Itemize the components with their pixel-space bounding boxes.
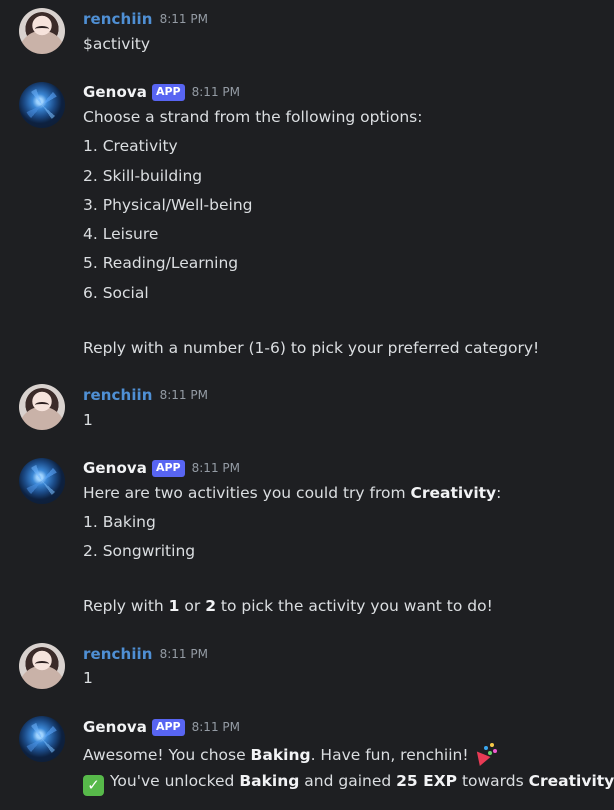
text-segment: Reply with [83, 597, 169, 615]
bold-text: 1 [168, 597, 180, 615]
app-badge: APP [151, 459, 185, 477]
message-text: Reply with 1 or 2 to pick the activity y… [83, 596, 493, 616]
user-avatar[interactable] [19, 8, 65, 54]
timestamp: 8:11 PM [191, 461, 240, 475]
list-item: 1. Creativity [83, 137, 178, 155]
text-segment: Here are two activities you could try fr… [83, 484, 411, 502]
bot-avatar[interactable] [19, 458, 65, 504]
message-text: ✓ You've unlocked Baking and gained 25 EX… [83, 771, 614, 796]
bot-avatar[interactable] [19, 716, 65, 762]
bot-avatar[interactable] [19, 82, 65, 128]
timestamp: 8:11 PM [159, 388, 208, 402]
message-header: renchiin 8:11 PM [83, 385, 208, 405]
username[interactable]: Genova [83, 459, 147, 477]
message-header: renchiin 8:11 PM [83, 644, 208, 664]
message-header: renchiin 8:11 PM [83, 9, 208, 29]
timestamp: 8:11 PM [191, 720, 240, 734]
timestamp: 8:11 PM [159, 12, 208, 26]
bold-text: Baking [250, 746, 311, 764]
party-popper-icon [473, 742, 495, 764]
username[interactable]: renchiin [83, 10, 153, 28]
text-segment: or [179, 597, 206, 615]
message-header: Genova APP 8:11 PM [83, 458, 240, 478]
text-segment: . Have fun, renchiin! [310, 746, 469, 764]
text-segment: You've unlocked [110, 772, 240, 790]
username[interactable]: Genova [83, 83, 147, 101]
timestamp: 8:11 PM [159, 647, 208, 661]
message-text: Choose a strand from the following optio… [83, 108, 423, 126]
text-segment: : [496, 484, 502, 502]
username[interactable]: Genova [83, 718, 147, 736]
list-item: 4. Leisure [83, 225, 159, 243]
list-item: 6. Social [83, 284, 149, 302]
list-item: 2. Skill-building [83, 167, 203, 185]
list-item: 2. Songwriting [83, 542, 196, 560]
username[interactable]: renchiin [83, 386, 153, 404]
text-segment: towards [457, 772, 529, 790]
message-text: Awesome! You chose Baking. Have fun, ren… [83, 742, 495, 764]
list-item: 5. Reading/Learning [83, 254, 239, 272]
message-text: Reply with a number (1-6) to pick your p… [83, 339, 540, 357]
text-segment: to pick the activity you want to do! [215, 597, 493, 615]
timestamp: 8:11 PM [191, 85, 240, 99]
bold-text: Creativity [528, 772, 614, 790]
bold-text: 25 EXP [396, 772, 458, 790]
message-text: Here are two activities you could try fr… [83, 483, 501, 503]
check-mark-button-icon: ✓ [83, 775, 104, 796]
list-item: 1. Baking [83, 513, 156, 531]
list-item: 3. Physical/Well-being [83, 196, 253, 214]
app-badge: APP [151, 718, 185, 736]
message-header: Genova APP 8:11 PM [83, 82, 240, 102]
message-text: $activity [83, 35, 150, 53]
bold-text: Creativity [410, 484, 497, 502]
message-header: Genova APP 8:11 PM [83, 717, 240, 737]
username[interactable]: renchiin [83, 645, 153, 663]
bold-text: 2 [205, 597, 216, 615]
bold-text: Baking [239, 772, 300, 790]
app-badge: APP [151, 83, 185, 101]
message-text: 1 [83, 669, 93, 687]
user-avatar[interactable] [19, 643, 65, 689]
message-text: 1 [83, 411, 93, 429]
user-avatar[interactable] [19, 384, 65, 430]
text-segment: and gained [299, 772, 397, 790]
text-segment: Awesome! You chose [83, 746, 251, 764]
